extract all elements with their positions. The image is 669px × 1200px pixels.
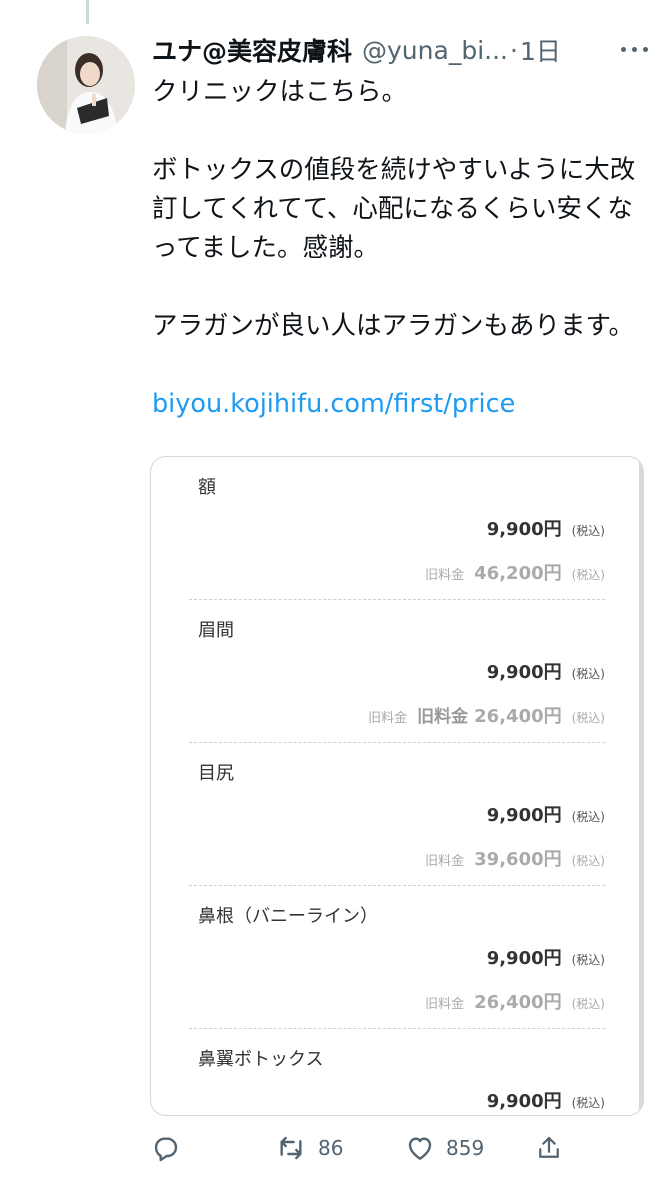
old-price-label: 旧料金 — [425, 568, 465, 583]
price-row: 額 9,900円 (税込) 旧料金 46,200円 (税込) — [189, 457, 605, 600]
more-options-icon[interactable] — [614, 34, 654, 64]
area-label: 目尻 — [198, 763, 234, 784]
card-scrollbar[interactable] — [639, 457, 643, 1115]
price-row: 鼻根（バニーライン） 9,900円 (税込) 旧料金 26,400円 (税込) — [189, 886, 605, 1029]
reply-button[interactable] — [150, 1126, 182, 1170]
retweet-icon — [280, 1136, 302, 1160]
price-row: 鼻翼ボトックス 9,900円 (税込) — [189, 1029, 605, 1115]
tweet-line: ボトックスの値段を続けやすいように大改訂してくれてて、心配になるくらい安くなって… — [152, 155, 636, 263]
price: 9,900円 — [486, 1091, 562, 1112]
display-name[interactable]: ユナ@美容皮膚科 — [152, 32, 352, 68]
old-tax-note: (税込) — [571, 711, 605, 725]
old-price-label: 旧料金 — [425, 997, 465, 1012]
price-card[interactable]: 額 9,900円 (税込) 旧料金 46,200円 (税込) 眉間 9,900円… — [150, 456, 644, 1116]
reply-icon — [154, 1137, 178, 1162]
share-icon — [539, 1136, 559, 1158]
old-price-label-bold: 旧料金 — [417, 707, 469, 727]
timestamp[interactable]: 1日 — [520, 32, 561, 68]
area-label: 鼻翼ボトックス — [198, 1049, 324, 1070]
thread-connector-line — [86, 0, 89, 24]
old-price: 26,400円 — [474, 706, 562, 727]
tweet-text: クリニックはこちら。 ボトックスの値段を続けやすいように大改訂してくれてて、心配… — [152, 73, 644, 424]
tweet-line: クリニックはこちら。 — [152, 77, 408, 107]
area-label: 眉間 — [198, 620, 234, 641]
old-tax-note: (税込) — [571, 854, 605, 868]
retweet-count: 86 — [318, 1136, 344, 1160]
old-tax-note: (税込) — [571, 997, 605, 1011]
old-price-label: 旧料金 — [425, 854, 465, 869]
user-handle[interactable]: @yuna_bi... — [362, 36, 508, 65]
old-tax-note: (税込) — [571, 568, 605, 582]
tweet-header: ユナ@美容皮膚科 @yuna_bi... · 1日 — [152, 30, 652, 70]
share-button[interactable] — [534, 1126, 564, 1170]
like-button[interactable]: 859 — [404, 1126, 484, 1170]
old-price-label: 旧料金 — [368, 711, 408, 726]
price-row: 眉間 9,900円 (税込) 旧料金 旧料金 26,400円 (税込) — [189, 600, 605, 743]
price: 9,900円 — [486, 662, 562, 683]
tax-note: (税込) — [571, 1096, 605, 1110]
price: 9,900円 — [486, 948, 562, 969]
tweet-link[interactable]: biyou.kojihifu.com/first/price — [152, 385, 644, 424]
tax-note: (税込) — [571, 667, 605, 681]
avatar[interactable] — [37, 36, 135, 134]
like-count: 859 — [446, 1136, 485, 1160]
price: 9,900円 — [486, 519, 562, 540]
tweet-actions: 86 859 — [150, 1126, 570, 1170]
tax-note: (税込) — [571, 524, 605, 538]
old-price: 46,200円 — [474, 563, 562, 584]
heart-icon — [408, 1137, 432, 1160]
price: 9,900円 — [486, 805, 562, 826]
old-price: 39,600円 — [474, 849, 562, 870]
tweet-line: アラガンが良い人はアラガンもあります。 — [152, 311, 634, 341]
avatar-photo — [37, 36, 135, 134]
price-row: 目尻 9,900円 (税込) 旧料金 39,600円 (税込) — [189, 743, 605, 886]
retweet-button[interactable]: 86 — [274, 1126, 343, 1170]
separator-dot: · — [509, 35, 518, 65]
tax-note: (税込) — [571, 810, 605, 824]
old-price: 26,400円 — [474, 992, 562, 1013]
area-label: 鼻根（バニーライン） — [198, 906, 378, 927]
area-label: 額 — [198, 477, 216, 498]
tax-note: (税込) — [571, 953, 605, 967]
